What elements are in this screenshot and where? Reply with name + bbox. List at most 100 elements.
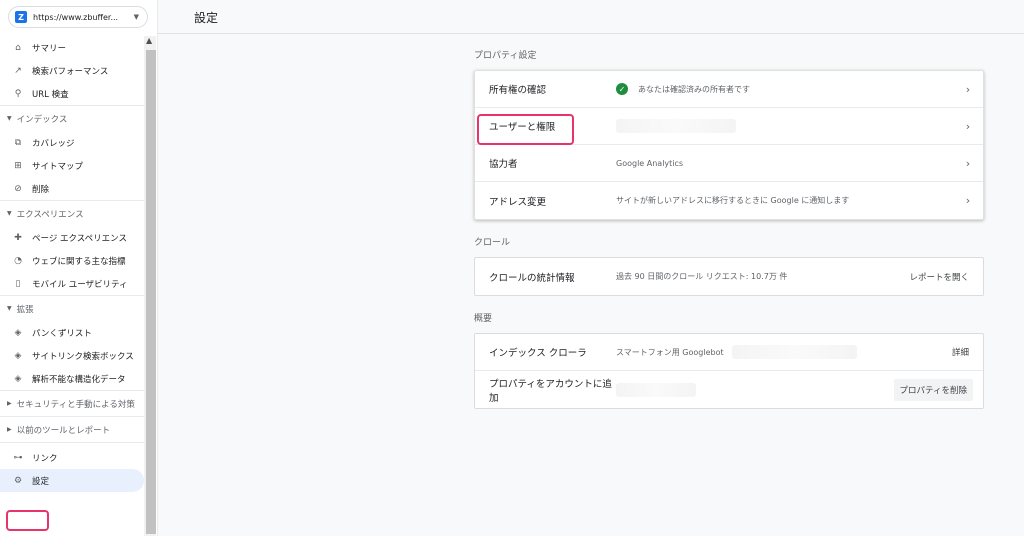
sidebar-item-page-experience[interactable]: ✚ ページ エクスペリエンス — [0, 226, 144, 249]
associates-label: 協力者 — [489, 159, 518, 170]
sidebar-item-label: URL 検査 — [32, 89, 69, 100]
property-settings-title: プロパティ設定 — [474, 51, 537, 61]
caret-down-icon: ▼ — [7, 210, 12, 217]
caret-right-icon: ▶ — [7, 400, 12, 407]
chevron-right-icon: › — [965, 156, 971, 170]
sidebar-section-header[interactable]: ▶ 以前のツールとレポート — [0, 416, 144, 442]
sidebar-item-label: 設定 — [32, 476, 50, 487]
sidebar-item-search[interactable]: ⚲ URL 検査 — [0, 82, 144, 105]
sidebar-item-label: 検索パフォーマンス — [32, 66, 109, 77]
sidebar-item-home[interactable]: ⌂ サマリー — [0, 36, 144, 59]
sidebar-scrollbar[interactable]: ▲ — [144, 36, 156, 536]
open-report-link[interactable]: レポートを開く — [909, 271, 969, 283]
caret-right-icon: ▶ — [7, 426, 12, 433]
home-icon: ⌂ — [15, 42, 21, 53]
sidebar-item-label: サイトリンク検索ボックス — [32, 351, 134, 362]
caret-down-icon: ▼ — [133, 13, 139, 21]
header-divider — [158, 33, 1024, 34]
crawl-stats-label: クロールの統計情報 — [489, 272, 575, 284]
sidebar-item-removal[interactable]: ⊘ 削除 — [0, 177, 144, 200]
add-property-label: プロパティをアカウントに追加 — [489, 378, 612, 404]
sitemap-icon: ⊞ — [14, 160, 22, 171]
redacted-value — [616, 119, 736, 133]
sidebar-section-label: 以前のツールとレポート — [16, 425, 111, 436]
property-icon: Z — [15, 11, 27, 23]
layers-icon: ◈ — [14, 350, 22, 361]
crawl-stats-value: 過去 90 日間のクロール リクエスト: 10.7万 件 — [616, 272, 788, 281]
details-link[interactable]: 詳細 — [952, 346, 969, 358]
coverage-icon: ⧉ — [14, 137, 22, 148]
sidebar-nav: ⌂ サマリー ↗ 検索パフォーマンス ⚲ URL 検査 ▼ インデックス ⧉ カバレッジ ⊞ サイトマ… — [0, 36, 144, 492]
chevron-right-icon: › — [965, 119, 971, 133]
sidebar-section-header[interactable]: ▶ セキュリティと手動による対策 — [0, 390, 144, 416]
redacted-value — [616, 382, 696, 397]
change-of-address-label: アドレス変更 — [489, 196, 547, 208]
layers-icon: ◈ — [14, 373, 22, 384]
property-settings-card: 所有権の確認 ✓ あなたは確認済みの所有者です › ユーザーと権限 › 協力者 G… — [474, 70, 984, 220]
sidebar-section-header[interactable]: ▼ エクスペリエンス — [0, 200, 144, 226]
add-property-row: プロパティをアカウントに追加 プロパティを削除 — [475, 371, 983, 408]
sidebar-section-label: エクスペリエンス — [16, 209, 84, 220]
search-icon: ⚲ — [14, 88, 22, 99]
change-of-address-value: サイトが新しいアドレスに移行するときに Google に通知します — [616, 196, 850, 205]
property-selector[interactable]: Z https://www.zbuffer... ▼ — [8, 6, 148, 28]
caret-down-icon: ▼ — [7, 115, 12, 122]
removal-icon: ⊘ — [14, 183, 22, 194]
crawl-stats-row: クロールの統計情報 過去 90 日間のクロール リクエスト: 10.7万 件 レ… — [475, 258, 983, 295]
scrollbar-thumb[interactable] — [146, 50, 156, 534]
crawl-card: クロールの統計情報 過去 90 日間のクロール リクエスト: 10.7万 件 レ… — [474, 257, 984, 296]
chevron-right-icon: › — [965, 82, 971, 96]
layers-icon: ◈ — [14, 327, 22, 338]
remove-property-button[interactable]: プロパティを削除 — [893, 378, 973, 401]
links-icon: ⊶ — [13, 452, 23, 463]
scroll-up-icon[interactable]: ▲ — [146, 36, 152, 45]
sidebar-item-sitemap[interactable]: ⊞ サイトマップ — [0, 154, 144, 177]
sidebar-item-label: カバレッジ — [32, 138, 75, 149]
sidebar-item-coverage[interactable]: ⧉ カバレッジ — [0, 131, 144, 154]
sidebar-item-label: 削除 — [32, 184, 50, 195]
caret-down-icon: ▼ — [7, 305, 12, 312]
sidebar-item-mobile[interactable]: ▯ モバイル ユーザビリティ — [0, 272, 144, 295]
sidebar-section-label: 拡張 — [16, 304, 34, 315]
sidebar-item-layers[interactable]: ◈ サイトリンク検索ボックス — [0, 344, 144, 367]
about-card: インデックス クローラ スマートフォン用 Googlebot 詳細 プロパティを… — [474, 333, 984, 409]
sidebar-item-label: パンくずリスト — [32, 328, 92, 339]
ownership-row[interactable]: 所有権の確認 ✓ あなたは確認済みの所有者です › — [475, 71, 983, 108]
index-crawler-label: インデックス クローラ — [489, 348, 587, 359]
sidebar-section-header[interactable]: ▼ インデックス — [0, 105, 144, 131]
sidebar-section-label: セキュリティと手動による対策 — [16, 399, 135, 410]
sidebar-item-trending[interactable]: ↗ 検索パフォーマンス — [0, 59, 144, 82]
sidebar-item-gear[interactable]: ⚙ 設定 — [0, 469, 144, 492]
page-experience-icon: ✚ — [14, 232, 22, 243]
sidebar-item-layers[interactable]: ◈ パンくずリスト — [0, 321, 144, 344]
sidebar-item-links[interactable]: ⊶ リンク — [0, 446, 144, 469]
ownership-label: 所有権の確認 — [489, 85, 547, 96]
ownership-value: あなたは確認済みの所有者です — [638, 84, 750, 94]
trending-icon: ↗ — [14, 65, 22, 76]
associates-value: Google Analytics — [616, 158, 684, 168]
users-permissions-highlight-box — [477, 114, 574, 145]
associates-row[interactable]: 協力者 Google Analytics › — [475, 145, 983, 182]
sidebar-item-label: モバイル ユーザビリティ — [32, 279, 128, 290]
about-title: 概要 — [474, 314, 493, 324]
gear-icon: ⚙ — [13, 475, 23, 486]
sidebar-item-label: サイトマップ — [32, 161, 84, 172]
change-of-address-row[interactable]: アドレス変更 サイトが新しいアドレスに移行するときに Google に通知します… — [475, 182, 983, 219]
sidebar-item-label: サマリー — [32, 43, 67, 54]
check-icon: ✓ — [616, 83, 628, 95]
sidebar-item-label: 解析不能な構造化データ — [32, 374, 126, 385]
crawl-title: クロール — [474, 238, 511, 248]
index-crawler-value: スマートフォン用 Googlebot — [616, 347, 724, 357]
chevron-right-icon: › — [965, 194, 971, 207]
sidebar-item-layers[interactable]: ◈ 解析不能な構造化データ — [0, 367, 144, 390]
redacted-value — [731, 345, 857, 359]
sidebar-item-speed[interactable]: ◔ ウェブに関する主な指標 — [0, 249, 144, 272]
index-crawler-row: インデックス クローラ スマートフォン用 Googlebot 詳細 — [475, 334, 983, 371]
sidebar-section-label: インデックス — [16, 114, 68, 125]
sidebar-section-header[interactable]: ▼ 拡張 — [0, 295, 144, 321]
speed-icon: ◔ — [14, 255, 22, 266]
mobile-icon: ▯ — [15, 278, 21, 289]
sidebar: Z https://www.zbuffer... ▼ ⌂ サマリー ↗ 検索パフォーマ… — [0, 0, 158, 536]
settings-highlight-box — [6, 510, 49, 531]
property-url: https://www.zbuffer... — [33, 12, 119, 22]
